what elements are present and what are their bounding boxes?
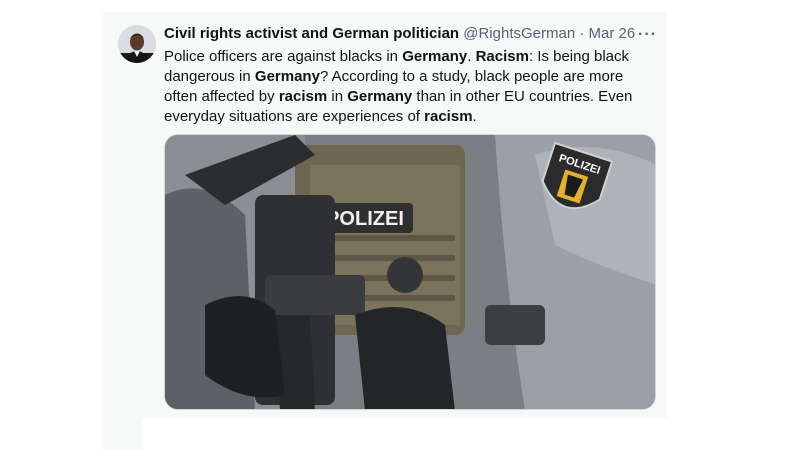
highlighted-term: Germany — [254, 68, 320, 85]
tweet-text-segment: Police officers are against blacks in — [164, 48, 403, 65]
highlighted-term: racism — [278, 88, 328, 105]
tweet-date[interactable]: Mar 26 — [589, 25, 636, 42]
author-name[interactable]: Civil rights activist and German politic… — [164, 25, 459, 42]
highlighted-term: Germany — [402, 48, 468, 65]
vest-label: POLIZEI — [326, 208, 404, 230]
highlighted-term: Racism — [475, 48, 529, 65]
more-options-icon[interactable]: ··· — [638, 26, 657, 44]
meta-separator: · — [575, 25, 589, 42]
avatar-image — [118, 25, 156, 63]
tweet-text-segment: . — [472, 108, 477, 125]
tweet-header: Civil rights activist and German politic… — [164, 25, 635, 42]
police-officer-photo: POLIZEI POLIZEI — [165, 135, 655, 409]
highlighted-term: racism — [424, 108, 473, 125]
tweet-text: Police officers are against blacks in Ge… — [164, 47, 650, 127]
tweet-media[interactable]: POLIZEI POLIZEI — [164, 134, 656, 410]
tweet-text-segment: in — [327, 88, 348, 105]
background-area — [142, 418, 667, 450]
author-handle[interactable]: @RightsGerman — [463, 25, 575, 42]
tweet-text-segment: . — [467, 48, 476, 65]
highlighted-term: Germany — [347, 88, 413, 105]
avatar[interactable] — [118, 25, 156, 63]
